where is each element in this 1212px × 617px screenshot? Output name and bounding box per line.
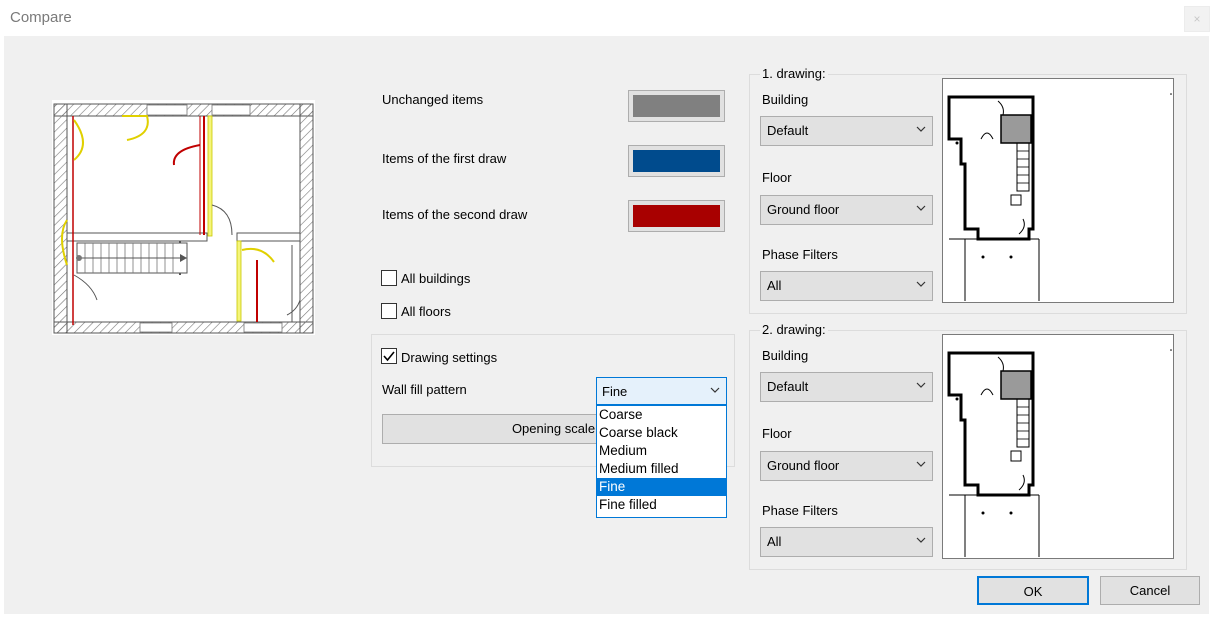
unchanged-color-fill bbox=[633, 95, 720, 117]
drawing2-phase-value: All bbox=[767, 534, 782, 549]
all-buildings-checkbox[interactable] bbox=[381, 270, 397, 286]
second-draw-color-swatch[interactable] bbox=[628, 200, 725, 232]
chevron-down-icon bbox=[916, 281, 926, 287]
drawing1-phase-value: All bbox=[767, 278, 782, 293]
wall-fill-pattern-label: Wall fill pattern bbox=[382, 382, 467, 397]
drawing1-building-label: Building bbox=[762, 92, 809, 107]
chevron-down-icon bbox=[916, 461, 926, 467]
drawing1-building-value: Default bbox=[767, 123, 809, 138]
all-buildings-label: All buildings bbox=[401, 271, 471, 286]
all-floors-checkbox[interactable] bbox=[381, 303, 397, 319]
drawing1-phase-select[interactable]: All bbox=[760, 271, 933, 301]
first-draw-color-fill bbox=[633, 150, 720, 172]
second-draw-items-label: Items of the second draw bbox=[382, 207, 528, 222]
drawing1-floor-value: Ground floor bbox=[767, 202, 840, 217]
drawing2-legend: 2. drawing: bbox=[760, 322, 828, 337]
first-draw-color-swatch[interactable] bbox=[628, 145, 725, 177]
close-button[interactable]: × bbox=[1184, 6, 1210, 32]
drawing2-preview bbox=[942, 334, 1174, 559]
drawing2-building-label: Building bbox=[762, 348, 809, 363]
all-floors-label: All floors bbox=[401, 304, 451, 319]
drawing1-floor-select[interactable]: Ground floor bbox=[760, 195, 933, 225]
wall-fill-option[interactable]: Fine bbox=[597, 478, 726, 496]
chevron-down-icon bbox=[916, 126, 926, 132]
drawing2-floor-plan bbox=[947, 349, 1172, 557]
wall-fill-option[interactable]: Coarse black bbox=[597, 424, 726, 442]
drawing2-floor-label: Floor bbox=[762, 426, 792, 441]
drawing2-building-value: Default bbox=[767, 379, 809, 394]
cancel-button[interactable]: Cancel bbox=[1100, 576, 1200, 605]
second-draw-color-fill bbox=[633, 205, 720, 227]
ok-label: OK bbox=[1023, 584, 1043, 599]
drawing1-phase-label: Phase Filters bbox=[762, 247, 838, 262]
floor-plan-drawing bbox=[52, 100, 315, 335]
drawing1-floor-plan bbox=[947, 93, 1172, 301]
wall-fill-option[interactable]: Medium bbox=[597, 442, 726, 460]
chevron-down-icon bbox=[710, 387, 720, 393]
close-icon: × bbox=[1193, 12, 1201, 26]
unchanged-color-swatch[interactable] bbox=[628, 90, 725, 122]
drawing-settings-label: Drawing settings bbox=[401, 350, 498, 365]
drawing2-phase-label: Phase Filters bbox=[762, 503, 838, 518]
wall-fill-pattern-dropdown: Coarse Coarse black Medium Medium filled Fin… bbox=[596, 405, 727, 518]
cancel-label: Cancel bbox=[1129, 583, 1171, 598]
chevron-down-icon bbox=[916, 537, 926, 543]
drawing2-floor-select[interactable]: Ground floor bbox=[760, 451, 933, 481]
checkmark-icon bbox=[383, 351, 395, 362]
drawing-settings-checkbox[interactable] bbox=[381, 348, 397, 364]
floor-plan-preview bbox=[52, 100, 315, 335]
wall-fill-pattern-value: Fine bbox=[602, 384, 628, 399]
drawing1-legend: 1. drawing: bbox=[760, 66, 828, 81]
ok-button[interactable]: OK bbox=[977, 576, 1089, 605]
drawing1-building-select[interactable]: Default bbox=[760, 116, 933, 146]
drawing1-floor-label: Floor bbox=[762, 170, 792, 185]
chevron-down-icon bbox=[916, 205, 926, 211]
window-title: Compare bbox=[10, 9, 72, 26]
drawing2-building-select[interactable]: Default bbox=[760, 372, 933, 402]
drawing2-floor-value: Ground floor bbox=[767, 458, 840, 473]
title-bar bbox=[0, 0, 1212, 36]
wall-fill-pattern-select[interactable]: Fine bbox=[596, 377, 727, 405]
drawing2-phase-select[interactable]: All bbox=[760, 527, 933, 557]
wall-fill-option[interactable]: Coarse bbox=[597, 406, 726, 424]
chevron-down-icon bbox=[916, 382, 926, 388]
wall-fill-option[interactable]: Fine filled bbox=[597, 496, 726, 514]
unchanged-items-label: Unchanged items bbox=[382, 92, 484, 107]
wall-fill-option[interactable]: Medium filled bbox=[597, 460, 726, 478]
opening-scale-label: Opening scale bbox=[511, 421, 596, 436]
drawing1-preview bbox=[942, 78, 1174, 303]
first-draw-items-label: Items of the first draw bbox=[382, 151, 507, 166]
dropdown-list: Coarse Coarse black Medium Medium filled Fin… bbox=[597, 406, 726, 514]
